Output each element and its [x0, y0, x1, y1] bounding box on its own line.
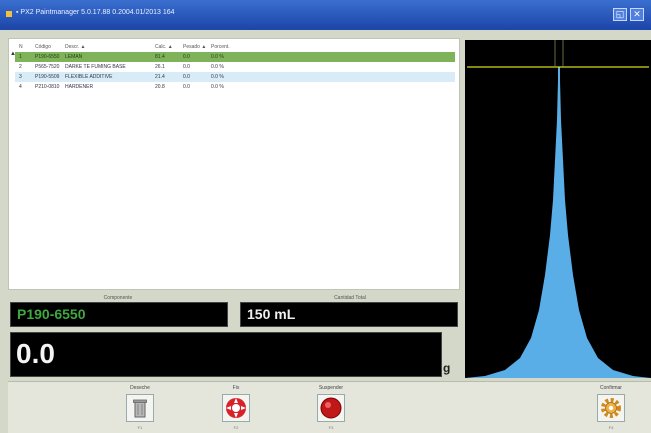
cell-calc: 21.4	[155, 74, 165, 80]
restore-button[interactable]: ◱	[613, 8, 627, 21]
component-label: Componente	[103, 295, 133, 301]
column-header[interactable]: N	[19, 42, 23, 52]
delete-button[interactable]	[126, 394, 154, 422]
component-field: P190-6550	[10, 302, 228, 327]
delete-button-label: Deseche	[130, 385, 150, 391]
cell-pct: 0.0 %	[211, 84, 224, 90]
dosing-curve-graphic	[465, 40, 651, 378]
cell-weighed: 0.0	[183, 54, 190, 60]
close-button[interactable]: ✕	[630, 8, 644, 21]
cell-desc: HARDENER	[65, 84, 94, 90]
table-header: N Código Descr. ▲ Calc. ▲ Pesado ▲ Porce…	[15, 42, 455, 52]
app-icon	[6, 11, 12, 17]
stop-red-icon	[320, 397, 342, 419]
quantity-field: 150 mL	[240, 302, 458, 327]
cell-code: P190-6550	[35, 54, 60, 60]
cell-desc: LEMAN	[65, 54, 83, 60]
column-header[interactable]: Calc. ▲	[155, 42, 173, 52]
cell-n: 1	[19, 54, 22, 60]
quantity-value: 150 mL	[247, 306, 296, 322]
cell-weighed: 0.0	[183, 64, 190, 70]
app-body: ▲ N Código Descr. ▲ Calc. ▲ Pesado ▲ Por…	[0, 30, 651, 433]
column-header[interactable]: Pesado ▲	[183, 42, 206, 52]
window-title: ▪ PX2 Paintmanager 5.0.17.88 0.2004.01/2…	[16, 9, 175, 16]
cell-desc: DARKE TE FUMING BASE	[65, 64, 126, 70]
fix-shortcut: F2	[233, 425, 239, 430]
cell-desc: FLEXIBLE ADDITIVE	[65, 74, 113, 80]
formula-table: ▲ N Código Descr. ▲ Calc. ▲ Pesado ▲ Por…	[8, 38, 460, 290]
dosing-curve	[465, 40, 651, 378]
cell-n: 3	[19, 74, 22, 80]
component-value: P190-6550	[17, 306, 86, 322]
cell-code: P565-7520	[35, 64, 60, 70]
cell-weighed: 0.0	[183, 84, 190, 90]
cell-calc: 26.1	[155, 64, 165, 70]
table-row[interactable]: 4 P210-0810 HARDENER 20.8 0.0 0.0 %	[15, 82, 455, 92]
cell-code: P190-5509	[35, 74, 60, 80]
lifebuoy-icon	[226, 398, 246, 418]
trash-can-icon	[133, 399, 147, 418]
dosing-curve-fill	[465, 67, 651, 378]
fix-button[interactable]	[222, 394, 250, 422]
cell-pct: 0.0 %	[211, 74, 224, 80]
cell-calc: 81.4	[155, 54, 165, 60]
suspend-button-label: Suspender	[318, 385, 344, 391]
column-header[interactable]: Porcent.	[211, 42, 230, 52]
fix-button-label: Fix	[232, 385, 240, 391]
column-header[interactable]: Descr. ▲	[65, 42, 86, 52]
cell-code: P210-0810	[35, 84, 60, 90]
column-header[interactable]: Código	[35, 42, 51, 52]
weight-display: 0.0	[10, 332, 442, 377]
weight-unit: g	[443, 361, 451, 375]
suspend-button[interactable]	[317, 394, 345, 422]
table-row[interactable]: 2 P565-7520 DARKE TE FUMING BASE 26.1 0.…	[15, 62, 455, 72]
window-titlebar: ▪ PX2 Paintmanager 5.0.17.88 0.2004.01/2…	[0, 0, 651, 30]
quantity-label: Cantidad Total	[334, 295, 366, 301]
action-bar: Deseche F1 Fix F2 Suspender F3 Confirmar…	[8, 381, 651, 433]
confirm-shortcut: F4	[608, 425, 614, 430]
cell-weighed: 0.0	[183, 74, 190, 80]
cell-n: 2	[19, 64, 22, 70]
table-row[interactable]: 1 P190-6550 LEMAN 81.4 0.0 0.0 %	[15, 52, 455, 62]
suspend-shortcut: F3	[328, 425, 334, 430]
delete-shortcut: F1	[137, 425, 143, 430]
cell-calc: 20.8	[155, 84, 165, 90]
table-row[interactable]: 3 P190-5509 FLEXIBLE ADDITIVE 21.4 0.0 0…	[15, 72, 455, 82]
weight-value: 0.0	[16, 338, 55, 369]
gear-icon	[601, 398, 621, 418]
cell-pct: 0.0 %	[211, 54, 224, 60]
confirm-button[interactable]	[597, 394, 625, 422]
confirm-button-label: Confirmar	[600, 385, 622, 391]
cell-n: 4	[19, 84, 22, 90]
cell-pct: 0.0 %	[211, 64, 224, 70]
